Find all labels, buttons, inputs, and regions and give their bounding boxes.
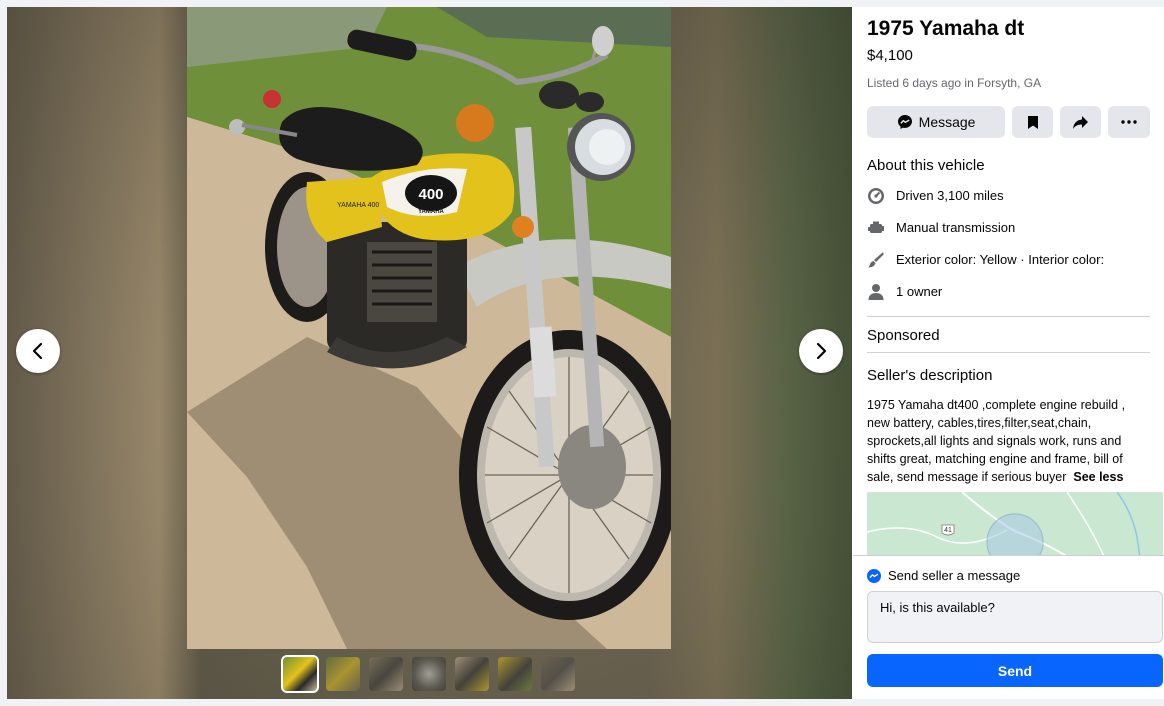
engine-icon [867,219,885,237]
photo-thumbnail[interactable] [281,655,319,693]
chevron-left-icon [32,342,43,360]
sponsored-label: Sponsored [867,327,940,344]
photo-thumbnail[interactable] [498,657,532,691]
send-message-heading: Send seller a message [888,568,1021,583]
photo-thumbnail[interactable] [326,657,360,691]
message-input[interactable]: Hi, is this available? [867,591,1163,643]
vehicle-detail-text: Driven 3,100 miles [896,188,1004,203]
seller-description: 1975 Yamaha dt400 ,complete engine rebui… [867,396,1150,486]
listing-photo: 400 YAMAHA YAMAHA 400 [187,7,671,649]
send-button[interactable]: Send [867,654,1163,687]
share-icon [1073,115,1089,129]
share-button[interactable] [1060,106,1102,138]
seller-description-heading: Seller's description [867,367,993,384]
listing-details-scroll[interactable]: 1975 Yamaha dt $4,100 Listed 6 days ago … [853,7,1164,555]
chevron-right-icon [816,342,827,360]
listing-details-panel: 1975 Yamaha dt $4,100 Listed 6 days ago … [853,7,1164,699]
location-map[interactable]: 41 [867,492,1163,555]
side-badge: YAMAHA 400 [337,202,379,209]
motorcycle-photo: 400 YAMAHA YAMAHA 400 [187,7,671,649]
map-graphic: 41 [867,492,1163,555]
marketplace-listing-frame: 400 YAMAHA YAMAHA 400 1975 Yamaha dt $4,… [7,7,1164,699]
tank-badge: 400 [418,186,443,203]
speedometer-icon [867,187,885,205]
divider [867,352,1150,353]
route-label: 41 [944,527,952,534]
tank-brand: YAMAHA [418,209,444,215]
photo-thumbnail[interactable] [455,657,489,691]
photo-thumbnail[interactable] [369,657,403,691]
vehicle-detail-text: 1 owner [896,284,943,299]
vehicle-detail-text: Manual transmission [896,220,1016,235]
photo-thumbnail[interactable] [412,657,446,691]
listing-meta: Listed 6 days ago in Forsyth, GA [867,76,1042,90]
message-button[interactable]: Message [867,106,1006,138]
messenger-icon [897,115,912,129]
see-less-link[interactable]: See less [1073,470,1123,484]
photo-thumbnail-strip [281,655,575,693]
person-icon [867,283,885,301]
vehicle-detail-color: Exterior color: Yellow · Interior color: [867,249,1150,270]
vehicle-detail-transmission: Manual transmission [867,217,1150,238]
more-options-button[interactable] [1108,106,1150,138]
messenger-icon [867,568,881,583]
paint-brush-icon [867,251,885,269]
previous-photo-button[interactable] [16,329,60,373]
vehicle-detail-text: Exterior color: Yellow · Interior color: [896,252,1105,267]
send-message-header: Send seller a message [867,568,1150,583]
next-photo-button[interactable] [799,329,843,373]
listing-title: 1975 Yamaha dt [867,17,1025,40]
about-vehicle-heading: About this vehicle [867,157,985,174]
ellipsis-icon [1121,120,1137,124]
message-button-label: Message [918,114,976,130]
divider [867,316,1150,317]
vehicle-detail-owners: 1 owner [867,281,1150,302]
listing-price: $4,100 [867,47,913,64]
vehicle-detail-mileage: Driven 3,100 miles [867,185,1150,206]
save-button[interactable] [1012,106,1054,138]
photo-thumbnail[interactable] [541,657,575,691]
photo-viewer: 400 YAMAHA YAMAHA 400 [7,7,852,699]
bookmark-icon [1027,115,1038,129]
message-composer: Send seller a message Hi, is this availa… [853,555,1164,699]
listing-actions: Message [867,106,1150,138]
